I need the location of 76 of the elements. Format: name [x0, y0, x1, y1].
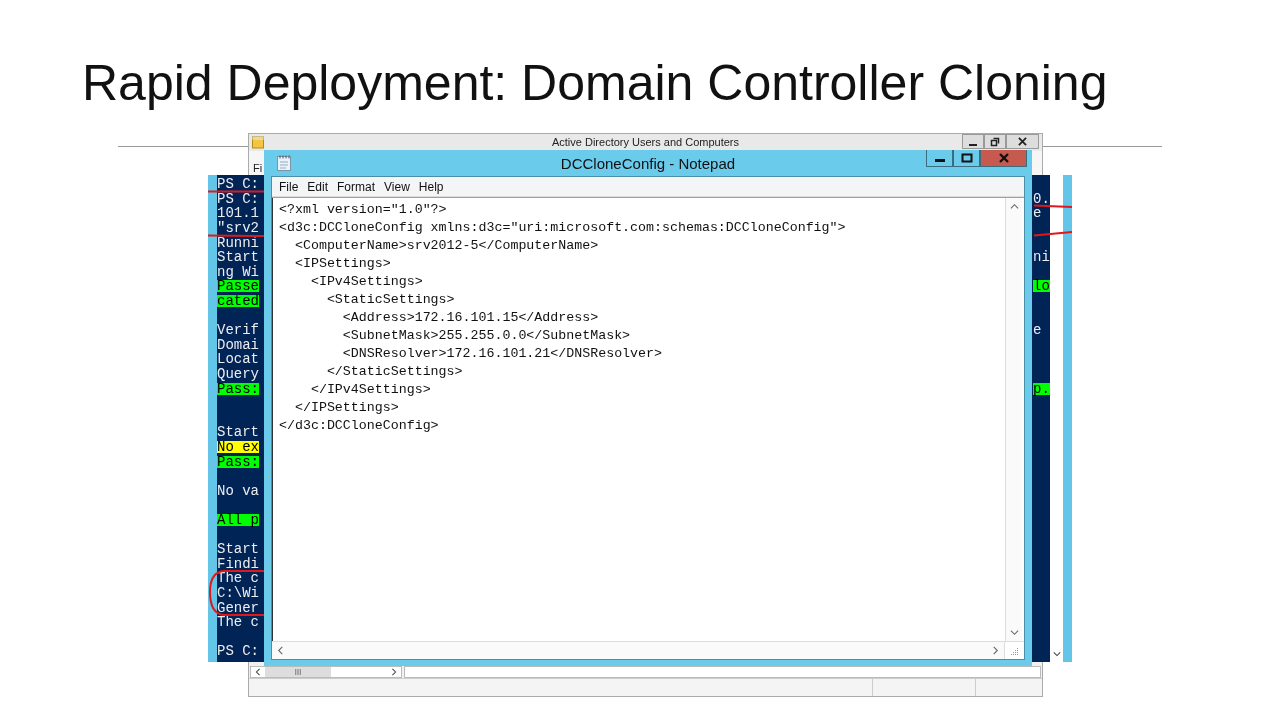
- code-line: <Address>172.16.101.15</Address>: [341, 309, 600, 327]
- console-text: Domai: [217, 338, 259, 351]
- console-text: Start: [217, 543, 259, 556]
- code-line: <StaticSettings>: [325, 291, 456, 309]
- console-text: Gener: [217, 601, 259, 614]
- console-text: Query: [217, 368, 259, 380]
- menu-item[interactable]: View: [382, 179, 417, 194]
- console-text: Locat: [217, 353, 259, 366]
- annotation-stroke: [1033, 231, 1073, 237]
- code-line: <d3c:DCCloneConfig xmlns:d3c="uri:microsoft.com:schemas:DCCloneConfig">: [279, 219, 847, 237]
- horizontal-scrollbar[interactable]: [272, 642, 1005, 659]
- console-text: ng Wi: [217, 265, 259, 278]
- console-text: No va: [217, 484, 259, 497]
- close-icon: [1018, 137, 1027, 146]
- code-line: <IPSettings>: [293, 255, 392, 273]
- console-text: The c: [217, 616, 259, 629]
- annotation-stroke: [207, 190, 265, 193]
- code-line: </StaticSettings>: [325, 363, 464, 381]
- console-text: Start: [217, 251, 259, 264]
- menu-item[interactable]: Help: [416, 179, 451, 194]
- annotation-stroke: [1033, 204, 1073, 208]
- console-text: PS C:: [217, 178, 259, 191]
- code-line: <ComputerName>srv2012-5</ComputerName>: [293, 237, 600, 255]
- code-line: <DNSResolver>172.16.101.21</DNSResolver>: [341, 345, 663, 363]
- folder-icon: [252, 136, 264, 149]
- console-text: "srv2: [217, 222, 259, 235]
- console-text: Passe: [217, 280, 259, 293]
- console-text: No ex: [217, 441, 259, 453]
- code-line: <IPv4Settings>: [309, 273, 424, 291]
- code-line: </IPv4Settings>: [309, 381, 432, 399]
- minimize-button[interactable]: [962, 134, 984, 149]
- restore-icon: [990, 136, 1000, 147]
- code-line: <SubnetMask>255.255.0.0</SubnetMask>: [341, 327, 632, 345]
- console-text: p.: [1033, 382, 1050, 395]
- console-text: e: [1033, 324, 1042, 337]
- notepad-icon: [277, 155, 291, 171]
- console-text: All p: [217, 513, 259, 526]
- code-line: </d3c:DCCloneConfig>: [279, 417, 440, 435]
- console-text: 0.: [1033, 192, 1050, 205]
- menu-item[interactable]: Format: [335, 179, 383, 194]
- code-line: <?xml version="1.0"?>: [279, 201, 448, 219]
- console-text: e: [1033, 207, 1042, 220]
- console-text: Start: [217, 426, 259, 439]
- maximize-button[interactable]: [953, 150, 980, 167]
- grip-icon: [294, 669, 302, 675]
- console-text: lo: [1033, 280, 1050, 293]
- console-text: 101.1: [217, 207, 259, 220]
- console-text: Verif: [217, 324, 259, 337]
- maximize-icon: [960, 153, 973, 163]
- scroll-thumb[interactable]: [265, 667, 331, 677]
- slide-title: Rapid Deployment: Domain Controller Cloning: [81, 54, 1108, 113]
- restore-button[interactable]: [984, 134, 1006, 149]
- menu-item[interactable]: File: [277, 179, 306, 194]
- console-text: ni: [1033, 251, 1050, 264]
- console-text: Pass:: [217, 455, 259, 468]
- close-icon: [997, 153, 1010, 163]
- console-text: PS C:: [217, 192, 259, 205]
- console-text: C:\Wi: [217, 586, 259, 599]
- console-text: Pass:: [217, 382, 259, 395]
- console-text: PS C:: [217, 645, 259, 658]
- console-text: Runni: [217, 236, 259, 249]
- horizontal-scrollbar[interactable]: [250, 666, 402, 678]
- resize-grip-icon[interactable]: [1009, 646, 1019, 656]
- menu-item[interactable]: Edit: [305, 179, 336, 194]
- menu-item[interactable]: Fi: [253, 162, 263, 175]
- window-title: DCCloneConfig - Notepad: [559, 154, 737, 172]
- console-text: cated: [217, 295, 259, 308]
- window-title: Active Directory Users and Computers: [550, 136, 741, 149]
- console-text: The c: [217, 572, 259, 585]
- annotation-stroke: [207, 234, 265, 237]
- close-button[interactable]: [1006, 134, 1039, 149]
- console-text: Findi: [217, 557, 259, 570]
- vertical-scrollbar[interactable]: [1005, 198, 1022, 641]
- annotation-stroke: [209, 570, 265, 616]
- minimize-button[interactable]: [926, 150, 953, 167]
- code-line: </IPSettings>: [293, 399, 400, 417]
